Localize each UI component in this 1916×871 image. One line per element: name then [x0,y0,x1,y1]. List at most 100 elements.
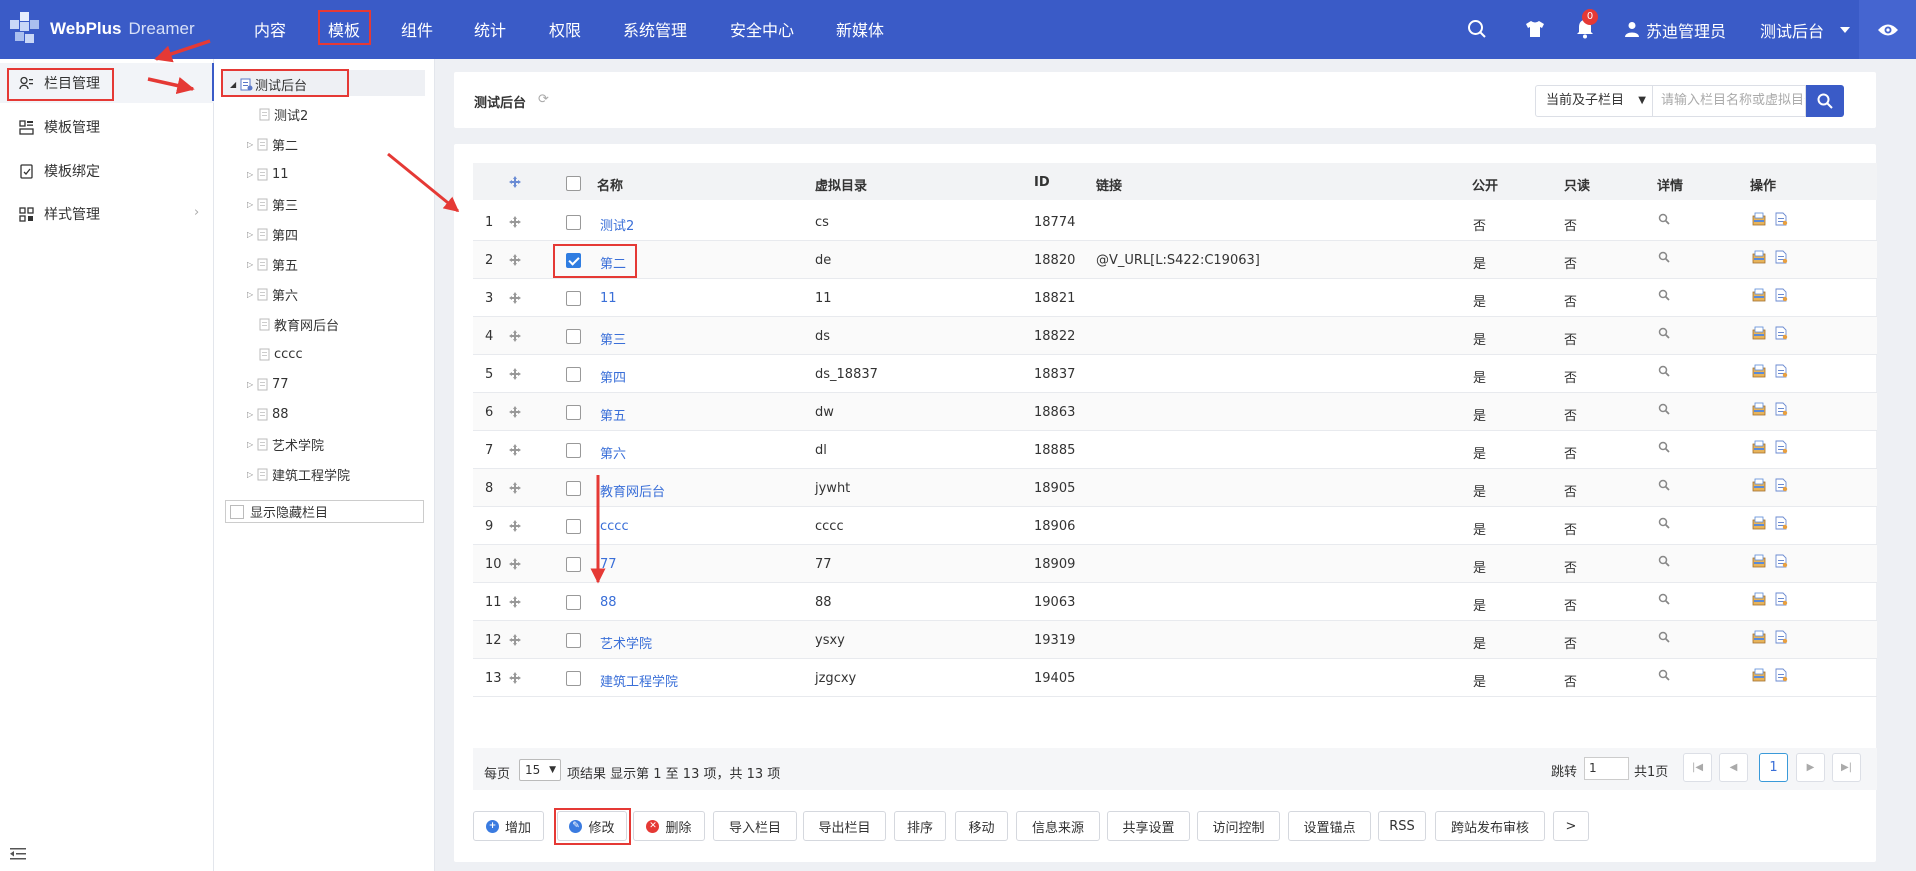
drag-move-icon[interactable] [509,482,521,494]
refresh-icon[interactable]: ⟳ [538,92,549,107]
page-edit-icon[interactable] [1775,440,1788,458]
scope-select[interactable]: 当前及子栏目 ▼ [1535,85,1653,117]
edit-properties-icon[interactable] [1752,478,1767,496]
rss-button[interactable]: RSS [1378,811,1426,841]
jump-page-input[interactable]: 1 [1584,757,1629,780]
tree-node[interactable]: cccc [259,343,303,365]
edit-properties-icon[interactable] [1752,554,1767,572]
drag-move-icon[interactable] [509,406,521,418]
magnifier-icon[interactable] [1658,289,1670,305]
page-edit-icon[interactable] [1775,212,1788,230]
column-name-link[interactable]: 11 [600,291,617,306]
edit-button[interactable]: ✎ 修改 [557,811,627,841]
page-edit-icon[interactable] [1775,592,1788,610]
tree-node[interactable]: ▷ 77 [247,373,289,395]
magnifier-icon[interactable] [1658,365,1670,381]
drag-move-icon[interactable] [509,368,521,380]
magnifier-icon[interactable] [1658,441,1670,457]
page-edit-icon[interactable] [1775,478,1788,496]
nav-item-security[interactable]: 安全中心 [730,17,794,41]
edit-properties-icon[interactable] [1752,630,1767,648]
column-name-link[interactable]: 建筑工程学院 [600,671,678,690]
tree-node[interactable]: 教育网后台 [259,313,339,335]
first-page-button[interactable]: |◀ [1683,753,1712,782]
show-hidden-checkbox[interactable] [230,504,244,519]
page-edit-icon[interactable] [1775,364,1788,382]
search-button[interactable] [1806,85,1844,117]
search-icon[interactable] [1464,16,1490,42]
tree-node[interactable]: ▷ 艺术学院 [247,433,324,455]
row-checkbox[interactable] [566,253,581,268]
import-column-button[interactable]: 导入栏目 [713,811,797,841]
set-anchor-button[interactable]: 设置锚点 [1288,811,1371,841]
row-checkbox[interactable] [566,519,581,534]
sidebar-item-column-management[interactable]: 栏目管理 [0,63,214,103]
edit-properties-icon[interactable] [1752,592,1767,610]
add-button[interactable]: + 增加 [473,811,544,841]
select-all-checkbox[interactable] [566,176,581,191]
delete-button[interactable]: ✕ 删除 [633,811,705,841]
edit-properties-icon[interactable] [1752,668,1767,686]
page-edit-icon[interactable] [1775,516,1788,534]
tree-node[interactable]: ▷ 第四 [247,223,298,245]
column-name-link[interactable]: 测试2 [600,215,634,234]
search-input[interactable]: 请输入栏目名称或虚拟目录 [1653,85,1806,117]
nav-item-content[interactable]: 内容 [254,17,286,41]
sort-button[interactable]: 排序 [894,811,946,841]
collapse-sidebar-icon[interactable] [10,848,26,864]
drag-move-icon[interactable] [509,444,521,456]
eye-icon[interactable] [1859,0,1916,59]
move-button[interactable]: 移动 [955,811,1008,841]
drag-move-icon[interactable] [509,292,521,304]
edit-properties-icon[interactable] [1752,440,1767,458]
edit-properties-icon[interactable] [1752,402,1767,420]
shirt-icon[interactable] [1522,16,1548,42]
page-edit-icon[interactable] [1775,326,1788,344]
tree-node[interactable]: ▷ 11 [247,163,289,185]
column-name-link[interactable]: 第五 [600,405,626,424]
magnifier-icon[interactable] [1658,213,1670,229]
export-column-button[interactable]: 导出栏目 [803,811,886,841]
magnifier-icon[interactable] [1658,403,1670,419]
row-checkbox[interactable] [566,557,581,572]
tree-node[interactable]: ▷ 建筑工程学院 [247,463,350,485]
page-edit-icon[interactable] [1775,630,1788,648]
edit-properties-icon[interactable] [1752,326,1767,344]
sidebar-item-template-management[interactable]: 模板管理 [0,107,214,147]
current-page-button[interactable]: 1 [1759,753,1788,782]
drag-move-icon[interactable] [509,254,521,266]
tree-root-node[interactable]: ◢ 测试后台 [230,73,307,95]
column-name-link[interactable]: 教育网后台 [600,481,665,500]
row-checkbox[interactable] [566,405,581,420]
edit-properties-icon[interactable] [1752,212,1767,230]
next-page-button[interactable]: ▶ [1796,753,1825,782]
page-edit-icon[interactable] [1775,402,1788,420]
column-header-link[interactable]: 链接 [1096,175,1122,194]
row-checkbox[interactable] [566,367,581,382]
column-header-public[interactable]: 公开 [1472,175,1498,194]
sidebar-item-style-management[interactable]: 样式管理 › [0,194,214,234]
drag-move-icon[interactable] [509,558,521,570]
magnifier-icon[interactable] [1658,479,1670,495]
drag-move-icon[interactable] [509,520,521,532]
nav-item-stats[interactable]: 统计 [474,17,506,41]
site-switcher[interactable]: 测试后台 [1760,18,1824,42]
column-name-link[interactable]: cccc [600,519,629,534]
row-checkbox[interactable] [566,633,581,648]
access-control-button[interactable]: 访问控制 [1197,811,1280,841]
page-edit-icon[interactable] [1775,288,1788,306]
cross-site-review-button[interactable]: 跨站发布审核 [1435,811,1545,841]
magnifier-icon[interactable] [1658,251,1670,267]
row-checkbox[interactable] [566,215,581,230]
show-hidden-columns-toggle[interactable]: 显示隐藏栏目 [225,500,424,523]
magnifier-icon[interactable] [1658,631,1670,647]
nav-item-component[interactable]: 组件 [401,17,433,41]
row-checkbox[interactable] [566,671,581,686]
magnifier-icon[interactable] [1658,517,1670,533]
tree-node[interactable]: ▷ 第六 [247,283,298,305]
drag-move-icon[interactable] [509,330,521,342]
drag-move-icon[interactable] [509,634,521,646]
column-name-link[interactable]: 第六 [600,443,626,462]
nav-item-system[interactable]: 系统管理 [623,17,687,41]
edit-properties-icon[interactable] [1752,288,1767,306]
